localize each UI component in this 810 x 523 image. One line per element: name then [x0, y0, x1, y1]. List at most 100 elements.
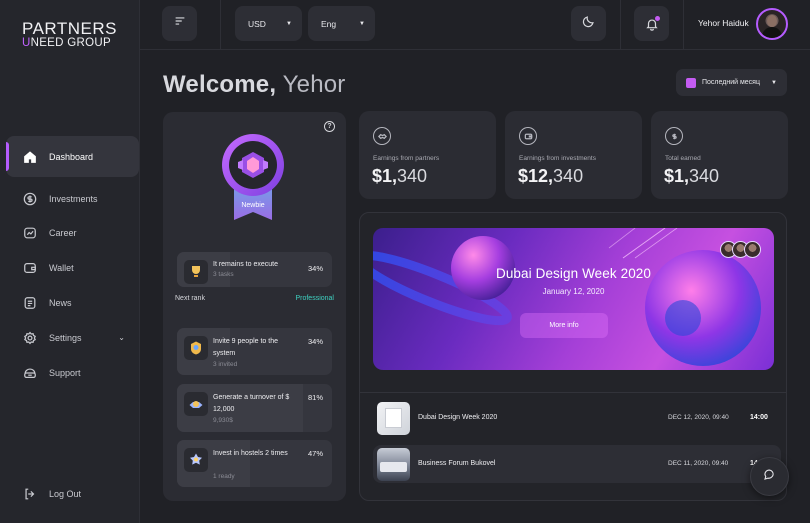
language-select[interactable]: Eng ▼	[308, 6, 375, 41]
stat-card-partners: Earnings from partners $1,340	[359, 111, 496, 199]
task-percent: 34%	[307, 337, 323, 346]
task-title: Invest in hostels 2 times	[213, 450, 288, 457]
stat-amount: $1,340	[664, 166, 719, 187]
featured-event-banner[interactable]: Dubai Design Week 2020 January 12, 2020 …	[373, 228, 774, 370]
wallet-icon	[22, 261, 37, 276]
language-value: Eng	[321, 18, 337, 29]
period-select[interactable]: Последний месяц ▼	[676, 69, 787, 96]
chevron-down-icon[interactable]: ⌄	[118, 333, 125, 342]
stat-whole: 12,	[528, 166, 554, 186]
brand-logo[interactable]: PARTNERS UNEED GROUP	[22, 20, 117, 50]
task-item[interactable]: Invite 9 people to the system 3 invited …	[177, 328, 332, 375]
sidebar-item-wallet[interactable]: Wallet	[6, 251, 139, 286]
stat-card-investments: Earnings from investments $12,340	[505, 111, 642, 199]
currency-select[interactable]: USD ▼	[235, 6, 302, 41]
sidebar-item-career[interactable]: Career	[6, 216, 139, 251]
task-sub: 3 tasks	[213, 271, 234, 278]
stat-label: Total earned	[665, 155, 701, 162]
chat-button[interactable]	[750, 457, 789, 496]
help-icon[interactable]: ?	[324, 121, 335, 132]
stat-amount: $12,340	[518, 166, 583, 187]
sidebar-item-label: Dashboard	[49, 151, 94, 162]
moon-icon	[582, 14, 596, 33]
divider	[683, 0, 684, 50]
event-date: DEC 12, 2020, 09:40	[668, 414, 729, 421]
task-percent: 81%	[307, 393, 323, 402]
brand-line-1: PARTNERS	[22, 19, 118, 38]
sidebar-item-news[interactable]: News	[6, 285, 139, 320]
stat-whole: 1,	[674, 166, 690, 186]
sidebar-item-label: Wallet	[49, 263, 74, 274]
task-percent: 47%	[307, 449, 323, 458]
task-title: Generate a turnover of $ 12,000	[213, 394, 290, 413]
task-sub: 1 ready	[213, 473, 235, 480]
events-panel: Dubai Design Week 2020 January 12, 2020 …	[359, 212, 787, 501]
page-title: Welcome, Yehor	[163, 71, 345, 99]
brand-line-2: UNEED GROUP	[22, 37, 117, 50]
welcome-greeting: Welcome,	[163, 71, 277, 98]
menu-toggle-button[interactable]	[162, 6, 197, 41]
sidebar-item-label: Support	[49, 367, 81, 378]
wallet-icon	[519, 127, 537, 145]
banner-illustration	[373, 228, 761, 366]
stat-rest: 340	[553, 166, 584, 186]
support-icon	[22, 365, 37, 380]
stat-label: Earnings from partners	[373, 155, 440, 162]
featured-event-title: Dubai Design Week 2020	[495, 266, 652, 281]
theme-toggle-button[interactable]	[571, 6, 606, 41]
stat-label: Earnings from investments	[519, 155, 596, 162]
user-name[interactable]: Yehor Haiduk	[698, 18, 749, 28]
stat-rest: 340	[397, 166, 428, 186]
divider	[220, 0, 221, 50]
event-name: Business Forum Bukovel	[418, 460, 496, 467]
chat-icon	[763, 468, 776, 486]
caret-down-icon: ▼	[771, 79, 777, 86]
next-rank-label: Next rank	[175, 295, 205, 302]
more-info-button[interactable]: More info	[520, 313, 608, 338]
sidebar: PARTNERS UNEED GROUP Dashboard Investmen…	[0, 0, 140, 523]
sidebar-item-support[interactable]: Support	[6, 355, 139, 390]
brand-line-2-rest: NEED GROUP	[30, 37, 111, 49]
event-name: Dubai Design Week 2020	[418, 414, 498, 421]
attendees-avatars[interactable]	[720, 241, 761, 258]
period-value: Последний месяц	[702, 79, 760, 86]
brand-accent-letter: U	[22, 37, 31, 49]
logout-button[interactable]: Log Out	[22, 486, 81, 501]
hostel-badge-icon	[184, 448, 208, 472]
task-item[interactable]: Invest in hostels 2 times 1 ready 47%	[177, 440, 332, 487]
career-icon	[22, 226, 37, 241]
dollar-icon	[665, 127, 683, 145]
event-time: 14:00	[750, 414, 768, 421]
notifications-button[interactable]	[634, 6, 669, 41]
badge-label: Newbie	[241, 202, 265, 209]
rank-card: ? Newbie It remains to execute 3 tasks 3…	[163, 112, 346, 501]
avatar[interactable]	[756, 8, 788, 40]
trophy-icon	[184, 260, 208, 284]
currency-value: USD	[248, 18, 266, 29]
caret-down-icon: ▼	[286, 20, 292, 27]
task-sub: 3 invited	[213, 361, 238, 368]
sidebar-item-dashboard[interactable]: Dashboard	[6, 136, 139, 177]
stat-currency: $	[372, 166, 383, 186]
stat-whole: 1,	[382, 166, 398, 186]
sidebar-item-investments[interactable]: Investments	[6, 181, 139, 216]
list-item[interactable]: Business Forum Bukovel DEC 11, 2020, 09:…	[373, 445, 781, 483]
stat-amount: $1,340	[372, 166, 427, 187]
rank-badge: Newbie	[220, 132, 286, 224]
home-icon	[22, 149, 37, 164]
event-thumbnail	[377, 402, 410, 435]
sidebar-item-settings[interactable]: Settings ⌄	[6, 320, 139, 355]
dollar-circle-icon	[22, 191, 37, 206]
topbar: USD ▼ Eng ▼ Yehor Haiduk	[140, 0, 810, 50]
welcome-name: Yehor	[282, 71, 346, 98]
sidebar-item-label: Settings	[49, 332, 82, 343]
list-item[interactable]: Dubai Design Week 2020 DEC 12, 2020, 09:…	[373, 399, 781, 437]
sidebar-item-label: Investments	[49, 193, 98, 204]
task-item[interactable]: Generate a turnover of $ 12,000 9,930$ 8…	[177, 384, 332, 432]
stat-currency: $	[664, 166, 675, 186]
event-date: DEC 11, 2020, 09:40	[668, 460, 729, 467]
logout-icon	[22, 486, 37, 501]
sidebar-item-label: Career	[49, 228, 77, 239]
next-rank-row: Next rank Professional	[175, 295, 334, 302]
invite-badge-icon	[184, 336, 208, 360]
